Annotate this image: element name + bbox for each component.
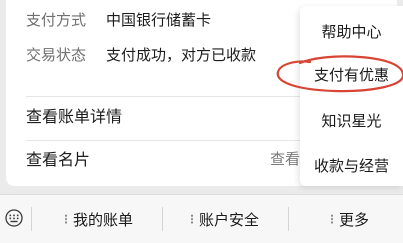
transaction-status-row: 交易状态 支付成功，对方已收款 [26, 42, 256, 66]
bill-details-label: 查看账单详情 [26, 107, 123, 126]
menu-item-collection-business[interactable]: 收款与经营 [300, 150, 403, 180]
toolbar-separator [162, 207, 163, 231]
payment-method-value: 中国银行储蓄卡 [106, 10, 212, 29]
tab-label: 更多 [339, 210, 370, 229]
bottom-toolbar: 我的账单 账户安全 更多 [0, 194, 403, 243]
view-card-right-text: 查看 [270, 149, 301, 168]
menu-item-label: 收款与经营 [313, 156, 389, 175]
more-options-menu: 帮助中心 支付有优惠 知识星光 收款与经营 [300, 6, 403, 186]
toolbar-separator [31, 207, 32, 231]
tab-more[interactable]: 更多 [330, 207, 369, 231]
tab-label: 账户安全 [199, 210, 260, 229]
menu-dots-icon [330, 214, 334, 224]
menu-dots-icon [190, 214, 194, 224]
payment-detail-screen: 支付方式 中国银行储蓄卡 交易状态 支付成功，对方已收款 查看账单详情 查看名片… [0, 0, 403, 243]
keyboard-icon[interactable] [5, 209, 23, 227]
tab-my-bills[interactable]: 我的账单 [64, 207, 133, 231]
menu-item-label: 知识星光 [321, 111, 382, 130]
payment-method-row: 支付方式 中国银行储蓄卡 [26, 7, 211, 31]
menu-dots-icon [64, 214, 68, 224]
menu-item-payment-discount[interactable]: 支付有优惠 [300, 59, 403, 89]
tab-account-security[interactable]: 账户安全 [190, 207, 259, 231]
transaction-status-value: 支付成功，对方已收款 [106, 45, 257, 64]
tab-label: 我的账单 [73, 210, 134, 229]
view-card-label: 查看名片 [26, 150, 91, 169]
payment-method-label: 支付方式 [26, 10, 87, 29]
toolbar-separator [288, 207, 289, 231]
menu-item-knowledge-starlight[interactable]: 知识星光 [300, 105, 403, 135]
menu-item-help-center[interactable]: 帮助中心 [300, 16, 403, 46]
transaction-status-label: 交易状态 [26, 45, 87, 64]
menu-item-label: 支付有优惠 [313, 65, 389, 84]
menu-item-label: 帮助中心 [321, 22, 382, 41]
